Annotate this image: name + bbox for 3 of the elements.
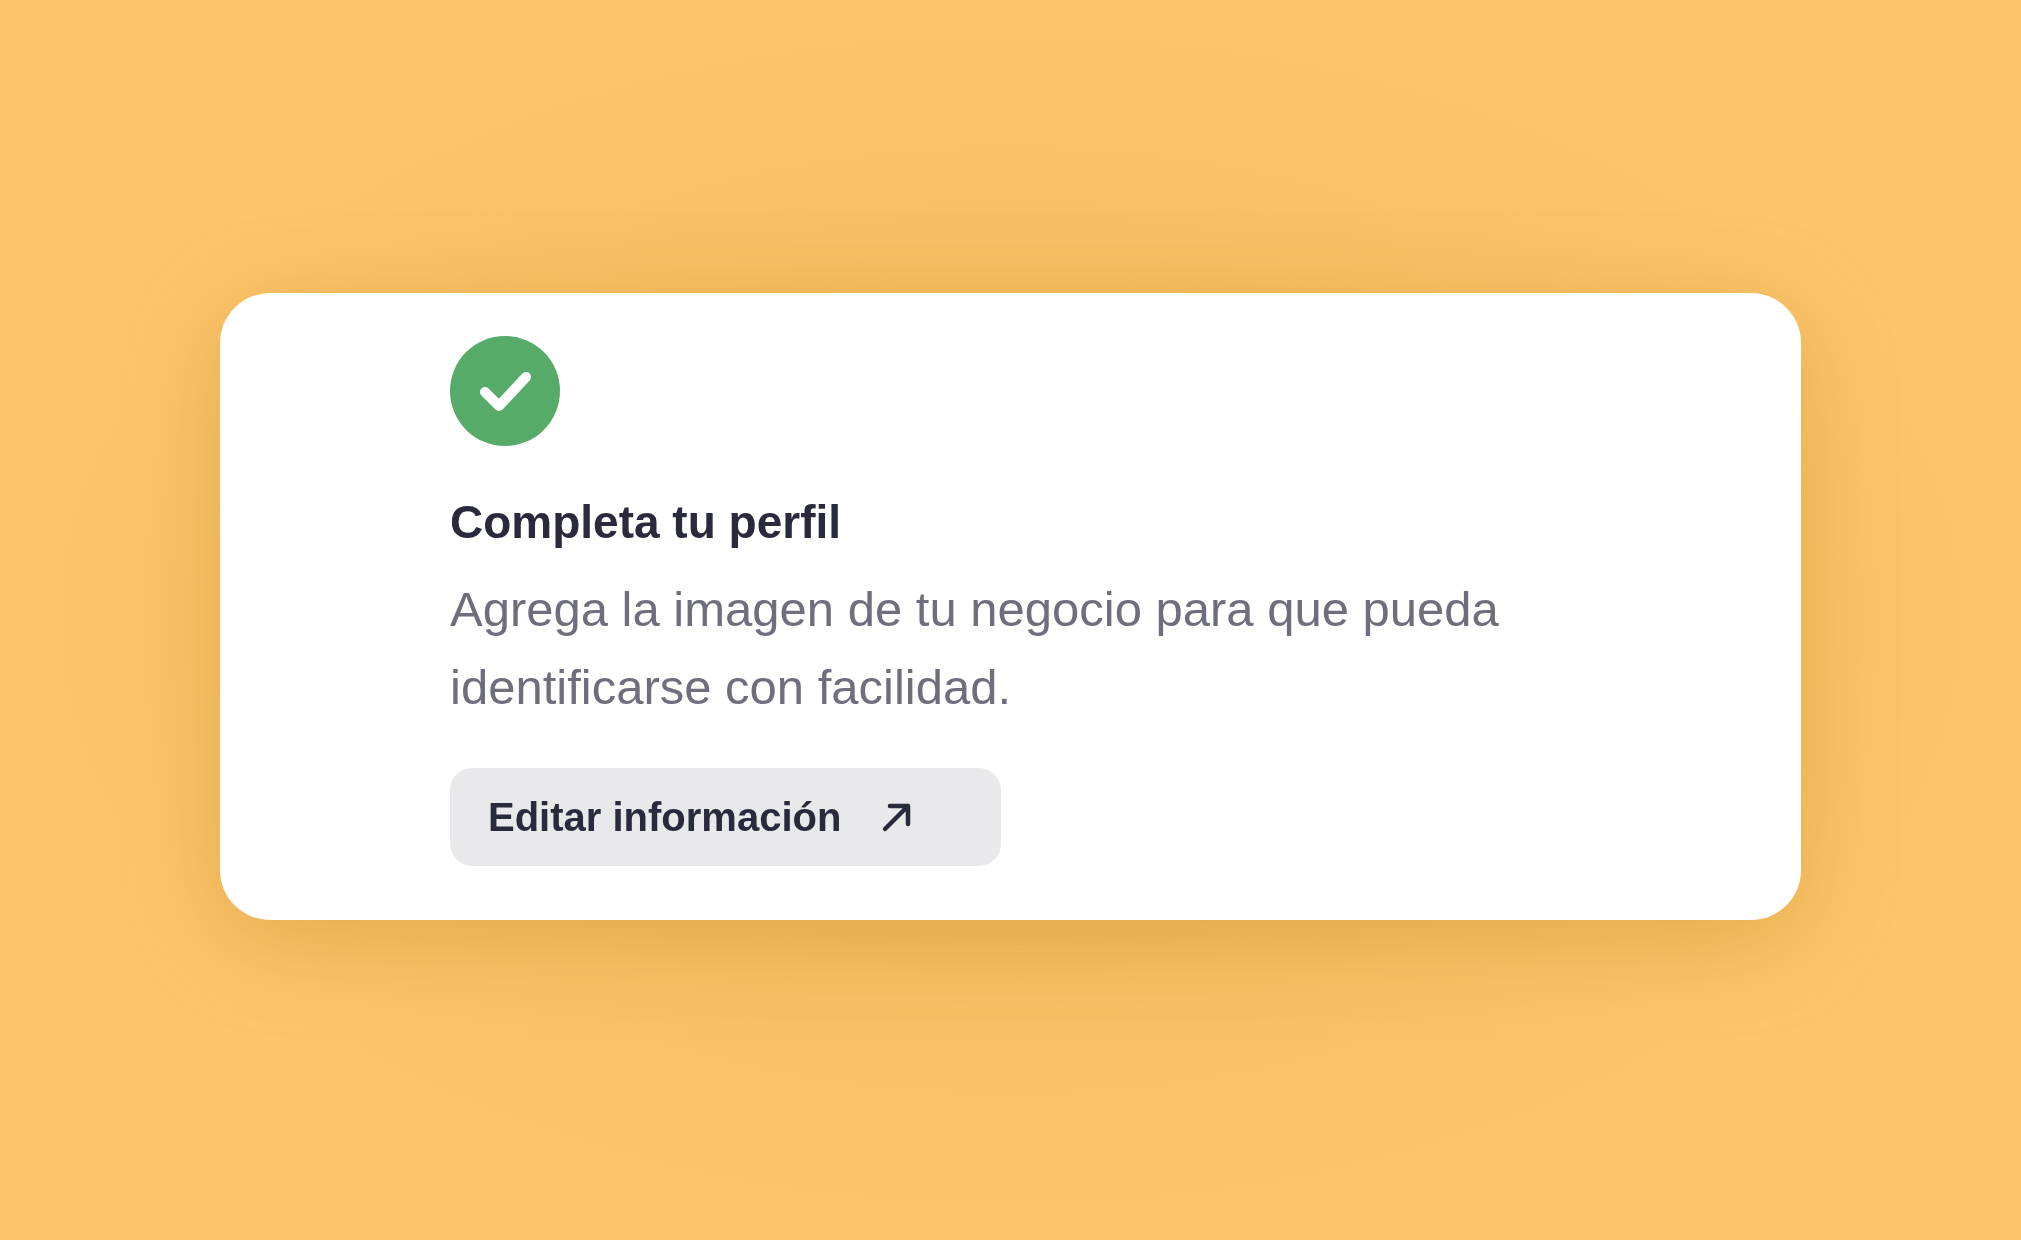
edit-button[interactable]: Editar información xyxy=(450,768,1001,866)
card-description: Agrega la imagen de tu negocio para que pueda identificarse con facilidad. xyxy=(450,581,1500,716)
card-title: Completa tu perfil xyxy=(450,495,843,550)
